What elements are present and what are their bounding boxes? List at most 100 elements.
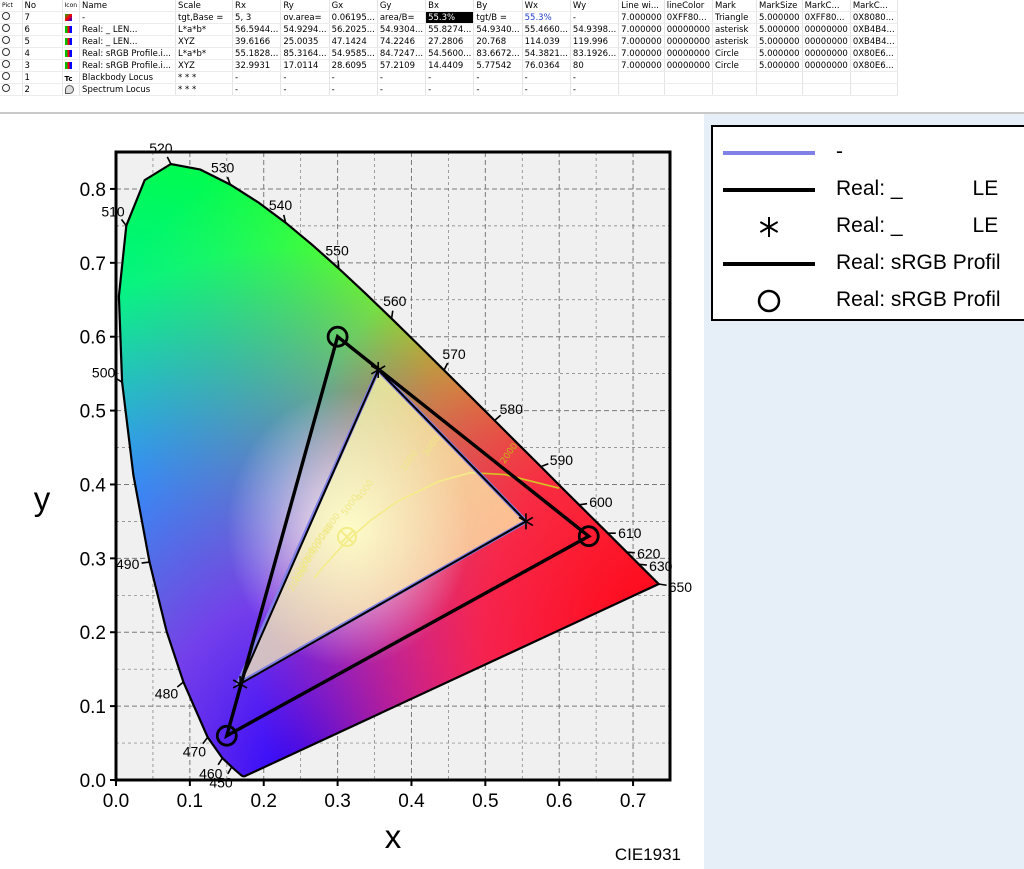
cell-ms[interactable]: 5.000000 (756, 47, 803, 60)
cell-lw[interactable]: 7.000000 (618, 23, 665, 36)
cell-ry[interactable]: 17.0114 (280, 59, 330, 72)
cell-no[interactable]: 4 (22, 47, 63, 60)
cell-mc2[interactable] (850, 71, 898, 84)
cell-rx[interactable]: 5, 3 (232, 11, 282, 24)
cell-ry[interactable]: - (280, 83, 330, 96)
cell-by[interactable]: 54.9340... (473, 23, 523, 36)
cell-rx[interactable]: - (232, 83, 282, 96)
cell-wy[interactable]: - (570, 83, 620, 96)
cell-wx[interactable]: 55.3% (522, 11, 571, 24)
type-icon-cell[interactable] (62, 35, 81, 48)
column-header[interactable]: MarkC... (802, 0, 851, 12)
column-header[interactable]: Gy (377, 0, 427, 12)
column-header[interactable]: Ry (280, 0, 330, 12)
type-icon-cell[interactable] (62, 59, 81, 72)
cell-scale[interactable]: L*a*b* (175, 23, 234, 36)
cell-mark[interactable] (712, 83, 757, 96)
cell-gx[interactable]: 54.9585... (329, 47, 378, 60)
cell-ry[interactable]: 54.9294... (280, 23, 330, 36)
column-header[interactable]: No (22, 0, 63, 12)
table-row[interactable]: 2 Spectrum Locus * * * - - - - - - - - (0, 83, 898, 96)
type-icon-cell[interactable] (62, 83, 81, 96)
cell-bx[interactable]: - (425, 71, 475, 84)
cell-mc2[interactable]: 0XB4B4... (850, 23, 898, 36)
cell-no[interactable]: 2 (22, 83, 63, 96)
cell-gy[interactable]: 74.2246 (377, 35, 427, 48)
visibility-toggle-icon[interactable] (2, 60, 10, 68)
cell-no[interactable]: 5 (22, 35, 63, 48)
cell-mark[interactable]: asterisk (712, 35, 757, 48)
cell-lc[interactable]: 0XFF80... (664, 11, 714, 24)
cell-wy[interactable]: 54.9398... (570, 23, 620, 36)
cell-bx[interactable]: 27.2806 (425, 35, 475, 48)
cell-scale[interactable]: * * * (175, 83, 234, 96)
cell-name[interactable]: Real: sRGB Profile.i... (79, 59, 177, 72)
cell-no[interactable]: 7 (22, 11, 63, 24)
cell-bx[interactable]: 55.3% (425, 11, 475, 24)
cell-mc2[interactable] (850, 83, 898, 96)
cell-mark[interactable]: Circle (712, 47, 757, 60)
column-header[interactable]: lineColor (664, 0, 714, 12)
table-row[interactable]: 3 Real: sRGB Profile.i... XYZ 32.9931 17.011… (0, 59, 898, 72)
visibility-cell[interactable] (0, 71, 23, 84)
cell-lw[interactable]: 7.000000 (618, 11, 665, 24)
cell-lw[interactable]: 7.000000 (618, 35, 665, 48)
cell-ms[interactable] (756, 71, 803, 84)
cell-scale[interactable]: L*a*b* (175, 47, 234, 60)
table-row[interactable]: 7- tgt,Base = 5, 3 ov.area= 0.06195... area/B… (0, 11, 898, 24)
cell-mc1[interactable]: 00000000 (802, 23, 851, 36)
visibility-toggle-icon[interactable] (2, 12, 10, 20)
visibility-toggle-icon[interactable] (2, 84, 10, 92)
cell-by[interactable]: - (473, 71, 523, 84)
cell-mc1[interactable]: 00000000 (802, 59, 851, 72)
column-header[interactable]: MarkC... (850, 0, 898, 12)
cell-mc2[interactable]: 0X80E6... (850, 59, 898, 72)
cell-wx[interactable]: 76.0364 (522, 59, 571, 72)
cell-rx[interactable]: 55.1828... (232, 47, 282, 60)
cell-mc2[interactable]: 0X8080... (850, 11, 898, 24)
cell-mc2[interactable]: 0XB4B4... (850, 35, 898, 48)
cell-lc[interactable] (664, 83, 714, 96)
column-header[interactable]: Bx (425, 0, 475, 12)
column-header[interactable]: Scale (175, 0, 234, 12)
type-icon-cell[interactable] (62, 47, 81, 60)
cell-ry[interactable]: - (280, 71, 330, 84)
cell-gy[interactable]: area/B= (377, 11, 427, 24)
cell-mark[interactable]: Circle (712, 59, 757, 72)
column-header[interactable]: Line wi... (618, 0, 665, 12)
cell-gx[interactable]: 56.2025... (329, 23, 378, 36)
cell-bx[interactable]: 54.5600... (425, 47, 475, 60)
cell-ry[interactable]: 25.0035 (280, 35, 330, 48)
cell-rx[interactable]: - (232, 71, 282, 84)
cell-ms[interactable]: 5.000000 (756, 35, 803, 48)
cell-no[interactable]: 6 (22, 23, 63, 36)
visibility-cell[interactable] (0, 59, 23, 72)
visibility-toggle-icon[interactable] (2, 36, 10, 44)
cell-lc[interactable]: 00000000 (664, 59, 714, 72)
cell-gx[interactable]: - (329, 83, 378, 96)
visibility-toggle-icon[interactable] (2, 48, 10, 56)
visibility-toggle-icon[interactable] (2, 24, 10, 32)
cell-bx[interactable]: 14.4409 (425, 59, 475, 72)
cell-ry[interactable]: 85.3164... (280, 47, 330, 60)
cell-by[interactable]: - (473, 83, 523, 96)
cell-lw[interactable] (618, 83, 665, 96)
cell-bx[interactable]: - (425, 83, 475, 96)
cell-mark[interactable]: asterisk (712, 23, 757, 36)
cell-by[interactable]: 20.768 (473, 35, 523, 48)
cell-mc1[interactable] (802, 83, 851, 96)
cell-mc1[interactable]: 00000000 (802, 47, 851, 60)
cell-gy[interactable]: - (377, 83, 427, 96)
cell-lw[interactable] (618, 71, 665, 84)
visibility-cell[interactable] (0, 23, 23, 36)
cell-name[interactable]: Real: sRGB Profile.i... (79, 47, 177, 60)
type-icon-cell[interactable] (62, 11, 81, 24)
visibility-toggle-icon[interactable] (2, 72, 10, 80)
visibility-cell[interactable] (0, 47, 23, 60)
cell-by[interactable]: 5.77542 (473, 59, 523, 72)
type-icon-cell[interactable]: Tc (62, 71, 81, 84)
visibility-cell[interactable] (0, 35, 23, 48)
cell-wy[interactable]: - (570, 11, 620, 24)
cell-bx[interactable]: 55.8274... (425, 23, 475, 36)
cell-lw[interactable]: 7.000000 (618, 59, 665, 72)
